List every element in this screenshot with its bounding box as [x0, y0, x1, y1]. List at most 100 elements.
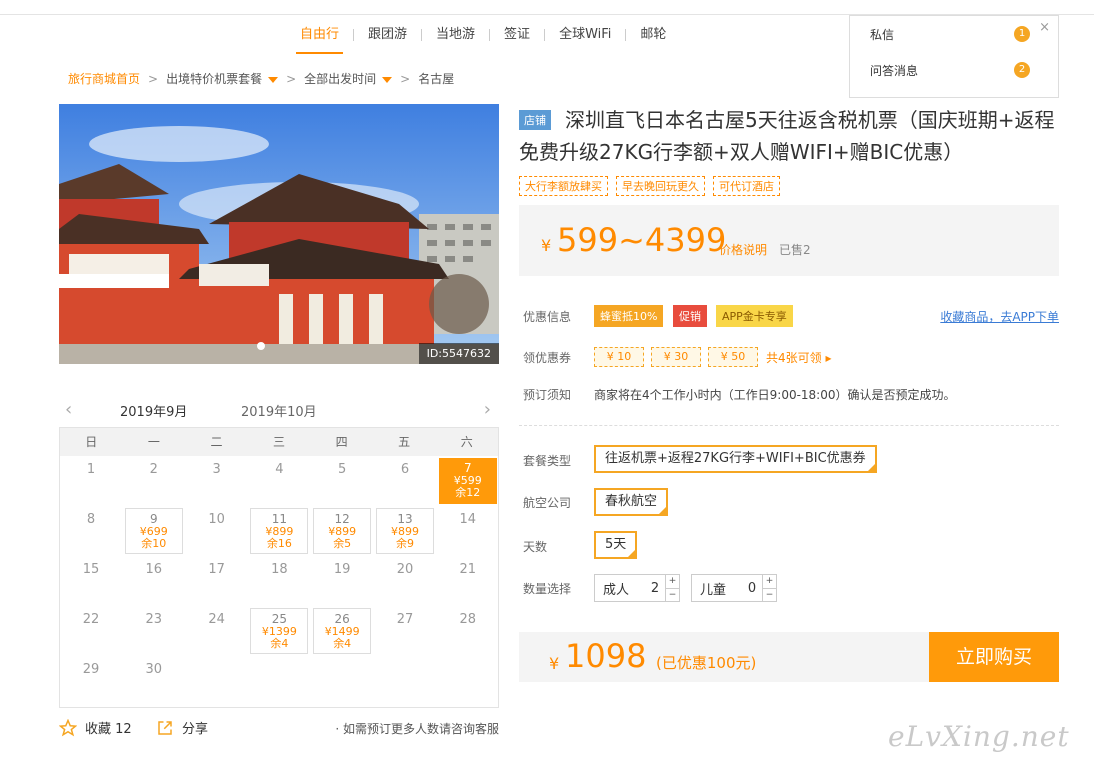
package-option[interactable]: 往返机票+返程27KG行李+WIFI+BIC优惠券 [594, 445, 877, 473]
product-tags: 大行李额放肆买 早去晚回玩更久 可代订酒店 [519, 176, 788, 196]
package-label: 套餐类型 [523, 454, 572, 468]
calendar-day: 5 [338, 462, 347, 477]
breadcrumb-package-dropdown[interactable]: 出境特价机票套餐 [166, 70, 279, 87]
nav-tab-group-tour[interactable]: 跟团游 [358, 24, 417, 46]
share-button[interactable]: 分享 [156, 718, 208, 737]
product-tag: 大行李额放肆买 [519, 176, 608, 196]
favorite-app-link[interactable]: 收藏商品，去APP下单 [940, 308, 1059, 325]
share-icon [158, 720, 172, 735]
promo-badge-sale: 促销 [673, 305, 707, 327]
calendar-day: 29 [82, 662, 100, 677]
chevron-left-icon[interactable]: ‹ [65, 399, 72, 420]
carousel-indicator[interactable] [257, 342, 265, 350]
shop-badge: 店铺 [519, 110, 551, 130]
calendar-day[interactable]: 26 ¥1499 余4 [313, 608, 372, 654]
calendar-day[interactable]: 9 ¥699 余10 [124, 508, 183, 554]
calendar-day[interactable]: 13 ¥899 余9 [376, 508, 434, 554]
airline-label: 航空公司 [523, 496, 572, 510]
calendar-day: 20 [396, 562, 414, 577]
quantity-label: 数量选择 [523, 582, 572, 596]
calendar-day: 8 [86, 512, 96, 527]
message-count-badge: 1 [1014, 26, 1030, 42]
calendar-day: 14 [459, 512, 477, 527]
coupon-label: 领优惠券 [523, 351, 572, 365]
calendar-day[interactable]: 7 ¥599 余12 [438, 458, 497, 504]
calendar-day: 2 [149, 462, 158, 477]
promo-badge-app: APP金卡专享 [716, 305, 793, 327]
chevron-right-icon[interactable]: › [484, 399, 491, 420]
coupon-50[interactable]: ¥ 50 [708, 347, 758, 367]
decrement-button[interactable]: − [666, 589, 679, 602]
product-title: 深圳直飞日本名古屋5天往返含税机票（国庆班期+返程免费升级27KG行李额+双人赠… [519, 108, 1055, 164]
nav-tab-wifi[interactable]: 全球WiFi [549, 24, 621, 46]
days-label: 天数 [523, 540, 548, 554]
promo-badge-honey: 蜂蜜抵10% [594, 305, 664, 327]
calendar-day: 24 [208, 612, 225, 627]
airline-option[interactable]: 春秋航空 [594, 488, 669, 516]
price-box: ¥ 599~4399 价格说明 已售2 [519, 205, 1059, 276]
message-item-qa[interactable]: 问答消息 2 [870, 62, 1030, 79]
calendar-day: 27 [396, 612, 414, 627]
price-description-link[interactable]: 价格说明 [719, 241, 767, 258]
calendar-day[interactable]: 25 ¥1399 余4 [250, 608, 309, 654]
adult-count[interactable]: 2 [645, 581, 665, 596]
main-nav: 自由行 跟团游 当地游 签证 全球WiFi 邮轮 [290, 24, 676, 54]
decrement-button[interactable]: − [763, 589, 776, 602]
child-count[interactable]: 0 [742, 581, 762, 596]
caret-down-icon [268, 76, 279, 83]
adult-stepper[interactable]: 成人 2 + − [594, 574, 680, 602]
child-stepper[interactable]: 儿童 0 + − [691, 574, 777, 602]
calendar-day: 17 [208, 562, 225, 577]
sold-count: 已售2 [779, 243, 811, 257]
discount-note: (已优惠100元) [656, 654, 757, 672]
tab-month-oct[interactable]: 2019年10月 [241, 401, 317, 420]
notice-text: 商家将在4个工作小时内（工作日9:00-18:00）确认是否预定成功。 [594, 388, 956, 402]
message-item-private[interactable]: 私信 1 [870, 26, 1030, 43]
calendar-day: 19 [333, 562, 351, 577]
increment-button[interactable]: + [666, 575, 679, 589]
caret-down-icon [382, 76, 393, 83]
calendar-header: ‹ 2019年9月 2019年10月 › [59, 395, 499, 429]
divider [519, 425, 1059, 426]
calendar-day[interactable]: 12 ¥899 余5 [313, 508, 372, 554]
action-bar: 收藏 12 分享 · 如需预订更多人数请咨询客服 [59, 718, 499, 738]
calendar-day: 10 [208, 512, 225, 527]
calendar-day: 21 [459, 562, 477, 577]
calendar-day: 23 [145, 612, 163, 627]
breadcrumb-departure-dropdown[interactable]: 全部出发时间 [304, 70, 393, 87]
calendar-day: 22 [82, 612, 100, 627]
increment-button[interactable]: + [763, 575, 776, 589]
watermark: eLvXing.net [888, 720, 1070, 753]
temple-image [59, 104, 499, 364]
star-icon [59, 718, 77, 736]
nav-tab-free-travel[interactable]: 自由行 [290, 24, 349, 54]
product-photo[interactable]: ID:5547632 [59, 104, 499, 364]
total-amount: 1098 [565, 637, 647, 675]
consult-note: · 如需预订更多人数请咨询客服 [335, 722, 499, 736]
coupon-30[interactable]: ¥ 30 [651, 347, 701, 367]
coupon-more-link[interactable]: 共4张可领 ▸ [766, 349, 831, 366]
favorite-button[interactable]: 收藏 12 [59, 718, 132, 737]
calendar: 日 一 二 三 四 五 六 1 2 3 4 5 6 7 ¥599 余12 8 9 ¥699 余10 10 1… [59, 427, 499, 708]
calendar-day: 30 [145, 662, 163, 677]
calendar-day: 18 [271, 562, 288, 577]
breadcrumb-home[interactable]: 旅行商城首页 [68, 70, 140, 87]
nav-tab-cruise[interactable]: 邮轮 [630, 24, 676, 46]
tab-month-sep[interactable]: 2019年9月 [107, 401, 200, 429]
nav-tab-visa[interactable]: 签证 [494, 24, 540, 46]
coupon-10[interactable]: ¥ 10 [594, 347, 644, 367]
calendar-day: 28 [459, 612, 477, 627]
notice-label: 预订须知 [523, 388, 572, 402]
message-count-badge: 2 [1014, 62, 1030, 78]
product-tag: 可代订酒店 [713, 176, 780, 196]
promo-label: 优惠信息 [523, 310, 572, 324]
calendar-day[interactable]: 11 ¥899 余16 [250, 508, 309, 554]
calendar-day: 15 [82, 562, 100, 577]
photo-id-label: ID:5547632 [418, 343, 499, 364]
calendar-day: 3 [212, 462, 221, 477]
days-option[interactable]: 5天 [594, 531, 638, 559]
buy-now-button[interactable]: 立即购买 [929, 632, 1059, 682]
breadcrumb-current: 名古屋 [418, 72, 455, 86]
nav-tab-local-tour[interactable]: 当地游 [426, 24, 485, 46]
close-icon[interactable]: × [1039, 20, 1050, 35]
